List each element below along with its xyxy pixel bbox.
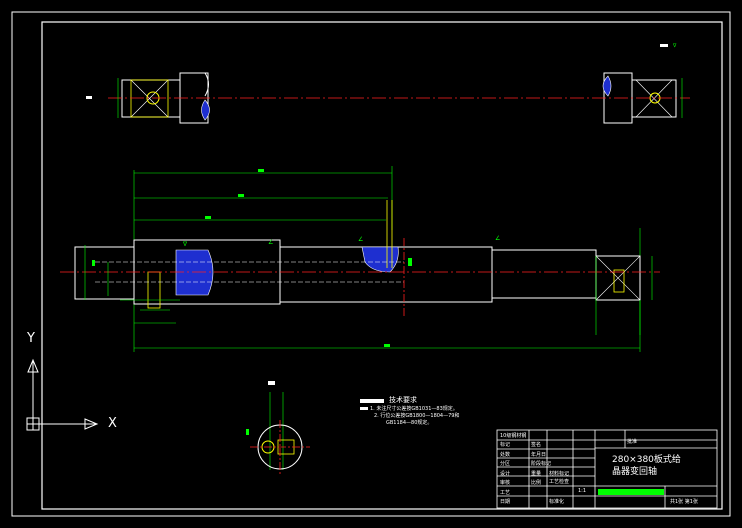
tech-req-2: 2. 行位公差按GB1800—1804—79和: [374, 413, 460, 419]
ucs-x-label: X: [108, 416, 117, 431]
svg-text:∠: ∠: [268, 239, 273, 246]
title-scale: 1:1: [578, 488, 587, 494]
svg-text:∠: ∠: [495, 235, 500, 242]
cad-drawing-canvas[interactable]: ∇ ∇ ∠ ∠ ∠: [0, 0, 742, 528]
section-view: [246, 381, 310, 474]
title-approve: 批准: [627, 439, 638, 445]
drawing-title-2: 晶器变回轴: [612, 467, 658, 477]
title-sheet: 共1张 第1张: [670, 499, 698, 505]
col-label: 比例: [531, 480, 542, 486]
svg-text:∠: ∠: [358, 236, 363, 243]
svg-text:∇: ∇: [182, 241, 188, 248]
svg-text:∇: ∇: [672, 43, 677, 49]
col-label: 年月日: [531, 451, 547, 458]
row-label: 设计: [500, 470, 511, 477]
title-company: 10级钢材钢: [500, 433, 527, 439]
title-col-labels: 签名 年月日 阶段标记 重量 比例: [531, 441, 571, 489]
col-label: 阶段标记: [531, 461, 552, 467]
title-block: [496, 429, 718, 509]
ucs-y-label: Y: [27, 331, 35, 346]
row-label: 日期: [500, 499, 511, 505]
tech-req-3: GB1184—80规定。: [386, 420, 433, 426]
row-label: 工艺: [500, 489, 511, 496]
col-label: 重量: [531, 470, 542, 477]
col-label: 签名: [531, 442, 542, 448]
ucs-icon: [26, 358, 99, 431]
row-label: 处数: [500, 451, 511, 458]
title-row-labels: 标记 处数 分区 设计 审核 工艺 日期: [500, 441, 528, 508]
row-label: 分区: [500, 461, 511, 467]
row-label: 审核: [500, 480, 511, 486]
main-view-shaft: ∇ ∠ ∠ ∠: [60, 166, 660, 352]
tech-req-1: 1. 未注尺寸公差按GB1031—83规定。: [370, 406, 458, 412]
top-view: ∇: [86, 43, 690, 124]
tech-title: 技术要求: [389, 396, 417, 404]
row-label: 标记: [500, 442, 511, 448]
title-std: 标准化: [549, 499, 565, 505]
